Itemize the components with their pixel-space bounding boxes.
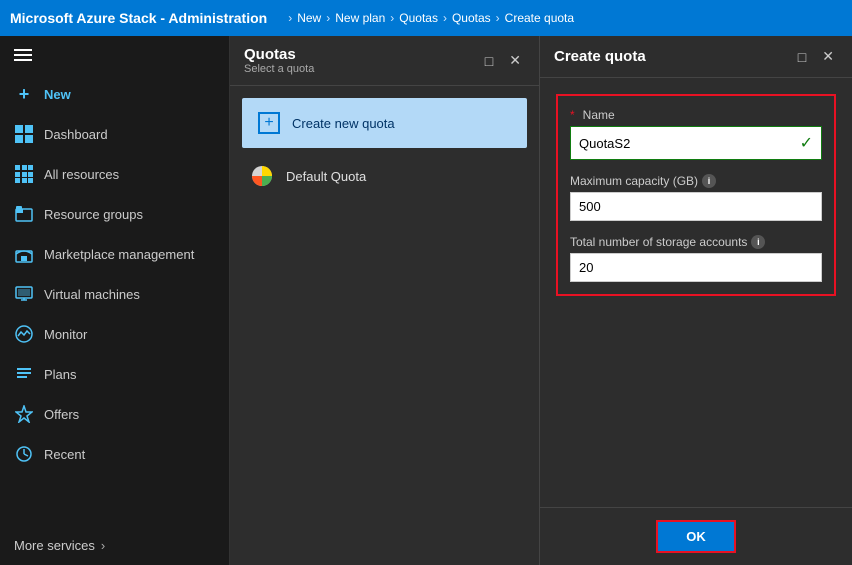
create-new-quota-button[interactable]: + Create new quota (242, 98, 527, 148)
more-services-label: More services (14, 538, 95, 553)
create-quota-plus-icon: + (258, 112, 280, 134)
monitor-icon (14, 324, 34, 344)
sidebar-item-resource-groups[interactable]: Resource groups (0, 194, 229, 234)
capacity-input[interactable] (579, 199, 813, 214)
create-quota-body: * Name ✓ Maximum capacity (GB) i (540, 78, 852, 507)
sidebar-marketplace-label: Marketplace management (44, 247, 194, 262)
sidebar-recent-label: Recent (44, 447, 85, 462)
name-required-asterisk: * (570, 108, 575, 122)
quota-form-section: * Name ✓ Maximum capacity (GB) i (556, 94, 836, 296)
capacity-info-icon[interactable]: i (702, 174, 716, 188)
sidebar-plans-label: Plans (44, 367, 77, 382)
vm-icon (14, 284, 34, 304)
quotas-panel-body: + Create new quota Default Quota (230, 86, 539, 565)
quotas-panel-header: Quotas Select a quota □ ✕ (230, 36, 539, 86)
create-quota-footer: OK (540, 507, 852, 565)
breadcrumb-new-plan[interactable]: New plan (335, 11, 385, 25)
sidebar-new-label: New (44, 87, 71, 102)
marketplace-icon (14, 244, 34, 264)
ok-button[interactable]: OK (656, 520, 736, 553)
sidebar-allresources-label: All resources (44, 167, 119, 182)
grid-icon (14, 164, 34, 184)
sidebar-offers-label: Offers (44, 407, 79, 422)
breadcrumb-sep-1: › (326, 11, 330, 25)
plus-icon: + (14, 84, 34, 104)
quotas-panel-subtitle: Select a quota (244, 63, 314, 75)
storage-label: Total number of storage accounts i (570, 235, 822, 249)
valid-checkmark-icon: ✓ (800, 133, 813, 153)
sidebar-item-monitor[interactable]: Monitor (0, 314, 229, 354)
breadcrumb-new[interactable]: New (297, 11, 321, 25)
sidebar-item-virtual-machines[interactable]: Virtual machines (0, 274, 229, 314)
sidebar-item-recent[interactable]: Recent (0, 434, 229, 474)
capacity-input-container (570, 192, 822, 221)
sidebar-item-plans[interactable]: Plans (0, 354, 229, 394)
chevron-right-icon: › (101, 538, 105, 553)
default-quota-label: Default Quota (286, 169, 366, 184)
create-quota-controls: □ ✕ (794, 46, 838, 67)
capacity-label-text: Maximum capacity (GB) (570, 174, 698, 188)
name-label: * Name (570, 108, 822, 122)
content-area: Quotas Select a quota □ ✕ + Create new q… (230, 36, 852, 565)
sidebar: + New Dashboard (0, 36, 230, 565)
name-form-group: * Name ✓ (570, 108, 822, 160)
quotas-panel-controls: □ ✕ (481, 50, 525, 71)
create-quota-panel: Create quota □ ✕ * Name (540, 36, 852, 565)
sidebar-dashboard-label: Dashboard (44, 127, 108, 142)
create-quota-minimize-button[interactable]: □ (794, 47, 810, 67)
capacity-label: Maximum capacity (GB) i (570, 174, 822, 188)
breadcrumb-quotas-1[interactable]: Quotas (399, 11, 438, 25)
breadcrumb-sep-4: › (496, 11, 500, 25)
storage-info-icon[interactable]: i (751, 235, 765, 249)
breadcrumb-sep-0: › (288, 11, 292, 25)
sidebar-monitor-label: Monitor (44, 327, 87, 342)
recent-icon (14, 444, 34, 464)
quotas-minimize-button[interactable]: □ (481, 51, 497, 71)
name-input[interactable] (579, 136, 800, 151)
main-layout: + New Dashboard (0, 36, 852, 565)
breadcrumb: › New › New plan › Quotas › Quotas › Cre… (283, 11, 574, 25)
create-quota-label: Create new quota (292, 116, 395, 131)
sidebar-item-all-resources[interactable]: All resources (0, 154, 229, 194)
breadcrumb-quotas-2[interactable]: Quotas (452, 11, 491, 25)
sidebar-vm-label: Virtual machines (44, 287, 140, 302)
offers-icon (14, 404, 34, 424)
storage-form-group: Total number of storage accounts i (570, 235, 822, 282)
breadcrumb-create-quota[interactable]: Create quota (505, 11, 574, 25)
sidebar-item-offers[interactable]: Offers (0, 394, 229, 434)
create-quota-close-button[interactable]: ✕ (818, 46, 838, 67)
quotas-panel: Quotas Select a quota □ ✕ + Create new q… (230, 36, 540, 565)
name-label-text: Name (583, 108, 615, 122)
app-title: Microsoft Azure Stack - Administration (10, 10, 267, 26)
plans-icon (14, 364, 34, 384)
quotas-panel-title: Quotas (244, 46, 314, 63)
capacity-form-group: Maximum capacity (GB) i (570, 174, 822, 221)
sidebar-more-services[interactable]: More services › (0, 526, 229, 565)
default-quota-item[interactable]: Default Quota (242, 152, 527, 200)
sidebar-item-marketplace[interactable]: Marketplace management (0, 234, 229, 274)
create-quota-title: Create quota (554, 48, 646, 65)
breadcrumb-sep-3: › (443, 11, 447, 25)
sidebar-item-new[interactable]: + New (0, 74, 229, 114)
breadcrumb-sep-2: › (390, 11, 394, 25)
storage-label-text: Total number of storage accounts (570, 235, 747, 249)
storage-input[interactable] (579, 260, 813, 275)
name-input-container: ✓ (570, 126, 822, 160)
hamburger-button[interactable] (0, 36, 229, 74)
sidebar-item-dashboard[interactable]: Dashboard (0, 114, 229, 154)
resource-groups-icon (14, 204, 34, 224)
quotas-close-button[interactable]: ✕ (505, 50, 525, 71)
storage-input-container (570, 253, 822, 282)
dashboard-icon (14, 124, 34, 144)
top-bar: Microsoft Azure Stack - Administration ›… (0, 0, 852, 36)
pie-chart-icon (250, 164, 274, 188)
create-quota-header: Create quota □ ✕ (540, 36, 852, 78)
sidebar-resourcegroups-label: Resource groups (44, 207, 143, 222)
